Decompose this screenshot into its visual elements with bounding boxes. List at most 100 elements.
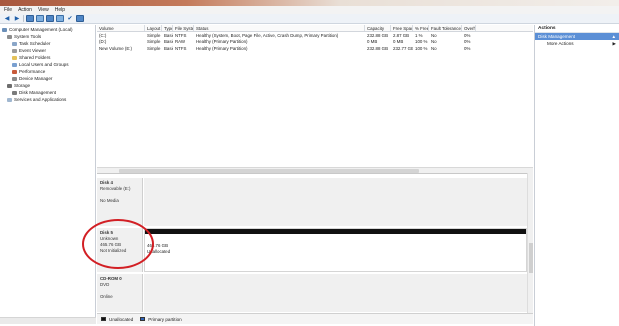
disk-graphical-view: Disk 4 Removable (E:) No Media Disk 5 Unknow…: [97, 173, 533, 313]
disk-vertical-scrollbar[interactable]: [527, 173, 533, 313]
table-cell: NTFS: [175, 45, 187, 51]
tree-item[interactable]: Shared Folders: [0, 54, 95, 61]
legend-swatch-primary: [140, 317, 146, 321]
tree-item-label: Computer Management (Local): [9, 27, 73, 32]
check-icon[interactable]: ✔: [66, 15, 74, 22]
menu-view[interactable]: View: [38, 7, 49, 13]
disk-partition-area[interactable]: 465.76 GB Unallocated: [144, 228, 527, 272]
action-more-actions-label: More Actions: [547, 41, 574, 46]
disk-info-panel[interactable]: CD-ROM 0 DVD Online: [97, 274, 143, 312]
tree-item[interactable]: Performance: [0, 68, 95, 75]
menu-bar: File Action View Help: [0, 6, 619, 14]
tree-item-label: Task Scheduler: [19, 41, 51, 46]
menu-help[interactable]: Help: [55, 7, 65, 13]
column-header[interactable]: Status: [194, 25, 365, 31]
column-header[interactable]: Capacity: [365, 25, 391, 31]
unallocated-bar: [145, 229, 526, 234]
column-header[interactable]: File System: [173, 25, 194, 31]
disk-info-line: No Media: [100, 198, 119, 203]
tree-item[interactable]: Storage: [0, 82, 95, 89]
table-cell: 232.77 GB: [393, 45, 413, 51]
action-disk-management-label: Disk Management: [538, 34, 576, 39]
table-cell: Simple: [147, 45, 161, 51]
up-folder-icon[interactable]: [26, 15, 34, 22]
legend-primary: Primary partition: [148, 316, 182, 322]
legend: Unallocated Primary partition: [97, 313, 533, 324]
tree-item[interactable]: Computer Management (Local): [0, 26, 95, 33]
menu-action[interactable]: Action: [18, 7, 32, 13]
table-cell: No: [431, 45, 437, 51]
services-icon: [7, 97, 12, 102]
event-icon: [12, 48, 17, 53]
help-icon[interactable]: [46, 15, 54, 22]
table-cell: Healthy (Primary Partition): [196, 45, 248, 51]
tree-item-label: Shared Folders: [19, 55, 51, 60]
users-icon: [12, 62, 17, 67]
disk-row[interactable]: Disk 4 Removable (E:) No Media: [97, 178, 527, 226]
highlight-circle: [82, 219, 154, 269]
settings-icon[interactable]: [76, 15, 84, 22]
storage-icon: [7, 83, 12, 88]
tree-item[interactable]: Device Manager: [0, 75, 95, 82]
tree-item[interactable]: System Tools: [0, 33, 95, 40]
column-header[interactable]: Layout: [145, 25, 162, 31]
disk-row[interactable]: CD-ROM 0 DVD Online: [97, 274, 527, 312]
action-disk-management[interactable]: Disk Management ▲: [535, 33, 619, 40]
table-row[interactable]: New Volume (E:) SimpleBasicNTFS Healthy (P…: [97, 45, 533, 52]
column-header[interactable]: Free Space: [391, 25, 413, 31]
column-header[interactable]: Volume: [97, 25, 145, 31]
column-header[interactable]: Type: [162, 25, 173, 31]
chart-icon: [12, 69, 17, 74]
tree-item[interactable]: Services and Applications: [0, 96, 95, 103]
tree-item[interactable]: Event Viewer: [0, 47, 95, 54]
table-cell: 0%: [464, 45, 471, 51]
volume-table-header: VolumeLayoutTypeFile SystemStatusCapacit…: [97, 25, 533, 32]
tree-item-label: System Tools: [14, 34, 42, 39]
tree-item[interactable]: Task Scheduler: [0, 40, 95, 47]
legend-swatch-unallocated: [101, 317, 106, 321]
column-header[interactable]: Fault Tolerance: [429, 25, 462, 31]
device-icon: [12, 76, 17, 81]
clock-icon: [12, 41, 17, 46]
actions-header: Actions: [535, 25, 619, 33]
back-arrow-icon[interactable]: ◀: [3, 15, 11, 22]
table-cell: New Volume (E:): [99, 45, 132, 51]
disk-info-line: Online: [100, 294, 113, 299]
forward-arrow-icon[interactable]: ▶: [13, 15, 21, 22]
toolbar-separator: [23, 15, 24, 22]
action-more-actions[interactable]: More Actions ▶: [535, 40, 619, 47]
tree-item[interactable]: Local Users and Groups: [0, 61, 95, 68]
console-tree: Computer Management (Local) System Tools T…: [0, 25, 96, 317]
tree-item-label: Event Viewer: [19, 48, 46, 53]
table-cell: 232.88 GB: [367, 45, 388, 51]
volume-table-body: (C:)SimpleBasicNTFSHealthy (System, Boot…: [97, 32, 533, 52]
table-cell: Basic: [164, 45, 173, 51]
actions-pane: Actions Disk Management ▲ More Actions ▶: [534, 25, 619, 326]
menu-file[interactable]: File: [4, 7, 12, 13]
computer-icon: [2, 27, 7, 32]
tree-item-label: Device Manager: [19, 76, 53, 81]
disk-partition-area[interactable]: [144, 274, 527, 312]
tree-item-label: Performance: [19, 69, 46, 74]
collapse-arrow-icon[interactable]: ▲: [611, 34, 616, 39]
show-hide-icon[interactable]: [56, 15, 64, 22]
disk-icon: [12, 90, 17, 95]
tree-item-label: Storage: [14, 83, 31, 88]
volume-list: VolumeLayoutTypeFile SystemStatusCapacit…: [97, 25, 533, 173]
disk-partition-area[interactable]: [144, 178, 527, 226]
tree-item[interactable]: Disk Management: [0, 89, 95, 96]
disk-row[interactable]: Disk 5 Unknown 465.76 GB Not Initialized 465…: [97, 228, 527, 272]
tree-horizontal-scrollbar[interactable]: [0, 317, 96, 324]
legend-unallocated: Unallocated: [109, 316, 134, 322]
properties-icon[interactable]: [36, 15, 44, 22]
tree-item-label: Disk Management: [19, 90, 57, 95]
column-header[interactable]: % Free: [413, 25, 429, 31]
tree-item-label: Local Users and Groups: [19, 62, 69, 67]
toolbar: ◀ ▶ ✔: [0, 14, 619, 24]
scroll-thumb[interactable]: [529, 243, 533, 273]
folder-icon: [12, 55, 17, 60]
table-cell: 100 %: [415, 45, 428, 51]
chevron-right-icon: ▶: [612, 40, 616, 46]
tree-item-label: Services and Applications: [14, 97, 67, 102]
column-header[interactable]: Overh: [462, 25, 476, 31]
